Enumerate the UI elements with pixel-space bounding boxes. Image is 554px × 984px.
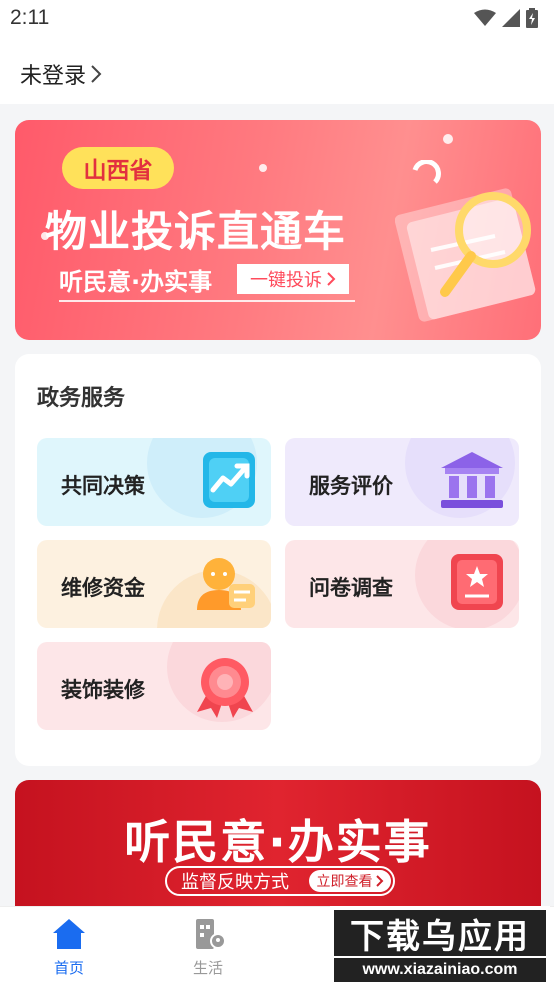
tile-maintenance-fund[interactable]: 维修资金 [37, 540, 271, 628]
wifi-icon [474, 9, 496, 26]
complaint-button-label: 一键投诉 [250, 270, 322, 291]
watermark-line1: 下载乌应用 [334, 910, 546, 957]
tile-label: 服务评价 [309, 474, 393, 498]
tab-life[interactable]: 生活 [168, 917, 248, 978]
survey-star-icon [451, 554, 503, 610]
feedback-pill: 监督反映方式 立即查看 [165, 866, 395, 896]
chevron-right-icon [91, 65, 102, 83]
watermark-line2: www.xiazainiao.com [334, 958, 546, 982]
tile-service-rating[interactable]: 服务评价 [285, 438, 519, 526]
view-now-label: 立即查看 [316, 874, 373, 890]
tab-life-label: 生活 [192, 959, 223, 977]
tile-label: 共同决策 [61, 474, 145, 498]
user-chat-icon [197, 558, 255, 610]
one-click-complaint-button[interactable]: 一键投诉 [237, 264, 349, 294]
banner-subtitle: 听民意·办实事 [59, 268, 213, 296]
status-bar: 2:11 [0, 0, 554, 38]
tile-joint-decision[interactable]: 共同决策 [37, 438, 271, 526]
tile-survey[interactable]: 问卷调查 [285, 540, 519, 628]
building-icon [441, 452, 503, 508]
feedback-banner[interactable]: 听民意·办实事 监督反映方式 立即查看 [15, 780, 541, 920]
complaint-banner[interactable]: 山西省 物业投诉直通车 听民意·办实事 一键投诉 [15, 120, 541, 340]
status-icons [474, 8, 538, 28]
tile-decoration[interactable]: 装饰装修 [37, 642, 271, 730]
view-now-button[interactable]: 立即查看 [309, 870, 391, 892]
magnifier-document-icon [395, 160, 536, 322]
chevron-right-icon [375, 875, 383, 887]
banner-underline [59, 300, 355, 302]
chevron-right-icon [327, 272, 336, 286]
tile-label: 维修资金 [61, 576, 145, 600]
building-location-icon [196, 919, 226, 949]
pill-text: 监督反映方式 [181, 872, 289, 893]
decor-dot [259, 164, 267, 172]
trend-chart-icon [203, 452, 255, 508]
gov-services-card: 政务服务 共同决策 服务评价 维修资金 问卷调查 装饰装修 [15, 354, 541, 766]
gov-services-title: 政务服务 [37, 386, 126, 411]
banner-title: 物业投诉直通车 [45, 207, 347, 256]
banner-title: 听民意·办实事 [124, 815, 432, 869]
tab-home-label: 首页 [53, 959, 84, 977]
tab-home[interactable]: 首页 [29, 917, 109, 978]
province-badge: 山西省 [62, 147, 174, 189]
status-time: 2:11 [10, 6, 50, 29]
tile-label: 装饰装修 [61, 678, 145, 702]
tile-label: 问卷调查 [309, 576, 393, 600]
battery-icon [526, 8, 538, 28]
signal-icon [502, 9, 520, 27]
login-text: 未登录 [20, 64, 87, 89]
login-link[interactable]: 未登录 [20, 58, 102, 90]
site-watermark: 下载乌应用 www.xiazainiao.com [330, 906, 550, 984]
decor-dot [443, 134, 453, 144]
header: 未登录 [0, 38, 554, 104]
home-icon [53, 919, 85, 949]
medal-icon [197, 658, 253, 718]
